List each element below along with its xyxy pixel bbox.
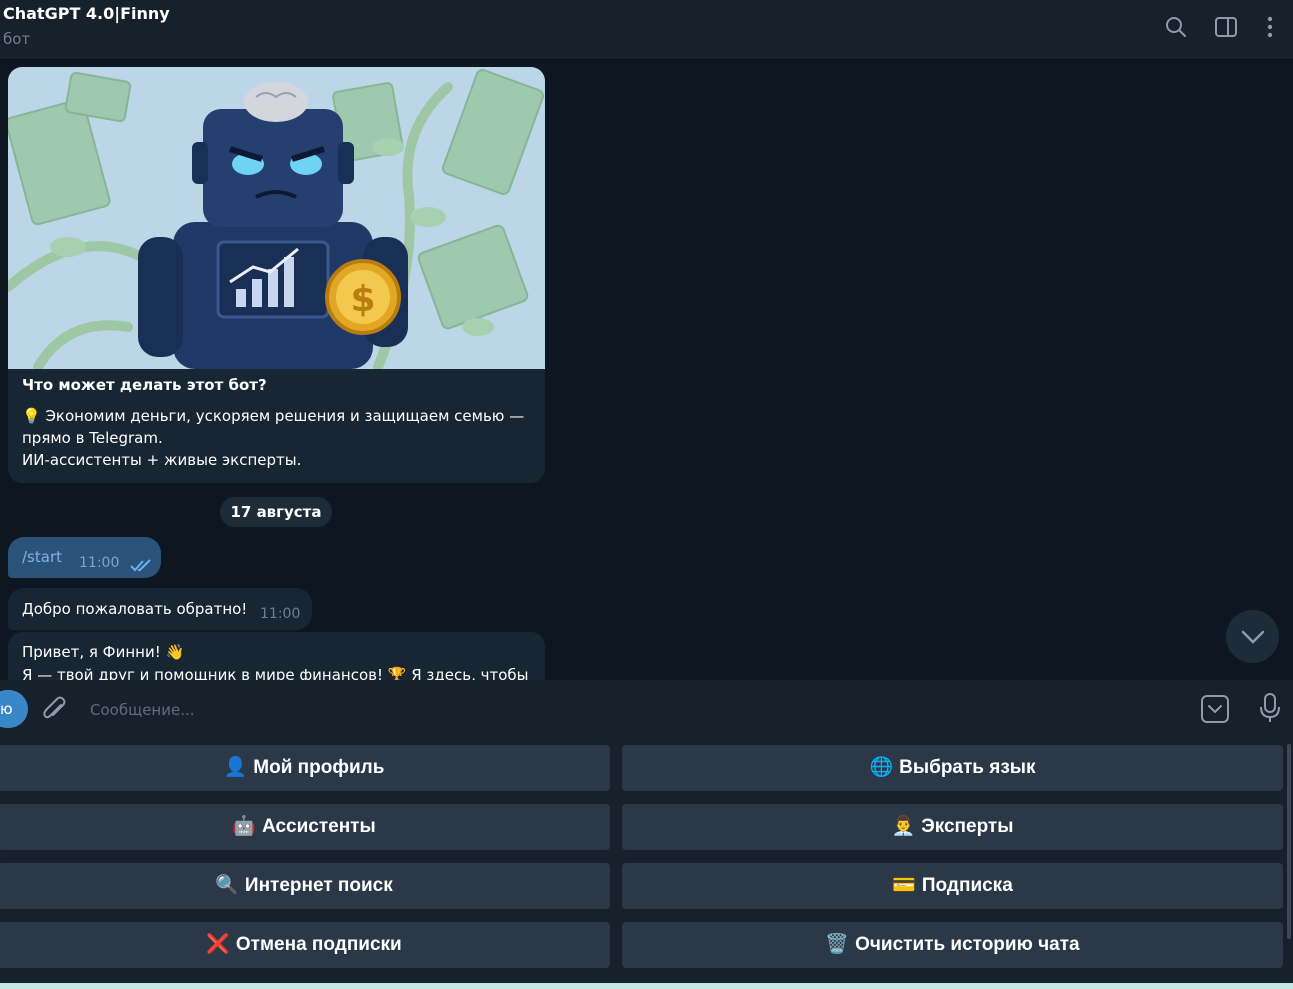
message-text[interactable]: /start: [22, 548, 62, 566]
incoming-message[interactable]: Привет, я Финни! 👋 Я — твой друг и помощ…: [8, 632, 545, 680]
message-text: Привет, я Финни! 👋: [22, 643, 185, 661]
svg-text:$: $: [350, 279, 375, 320]
chat-title[interactable]: ChatGPT 4.0|Finny: [3, 4, 170, 23]
bot-info-card: $ Что может делать этот бот? 💡 Экономим …: [8, 67, 545, 483]
search-icon[interactable]: [1164, 14, 1188, 40]
chat-subtitle: бот: [3, 30, 31, 48]
attach-icon[interactable]: [42, 696, 68, 724]
subscription-button[interactable]: 💳 Подписка: [622, 863, 1283, 909]
chat-header: ChatGPT 4.0|Finny бот: [0, 0, 1293, 60]
message-text: Я — твой друг и помощник в мире финансов…: [22, 666, 529, 680]
bot-info-title: Что может делать этот бот?: [22, 376, 267, 394]
double-check-icon: [130, 559, 151, 572]
internet-search-button[interactable]: 🔍 Интернет поиск: [0, 863, 610, 909]
sidebar-toggle-icon[interactable]: [1214, 14, 1238, 40]
scroll-to-bottom-button[interactable]: [1226, 610, 1279, 663]
my-profile-button[interactable]: 👤 Мой профиль: [0, 745, 610, 791]
keyboard-toggle-icon[interactable]: [1200, 694, 1230, 724]
assistants-button[interactable]: 🤖 Ассистенты: [0, 804, 610, 850]
bot-menu-button[interactable]: ю: [0, 690, 28, 728]
reply-keyboard: 👤 Мой профиль 🌐 Выбрать язык 🤖 Ассистенты 👨…: [0, 743, 1293, 989]
experts-button[interactable]: 👨‍💼 Эксперты: [622, 804, 1283, 850]
keyboard-scrollbar[interactable]: [1287, 744, 1291, 939]
choose-language-button[interactable]: 🌐 Выбрать язык: [622, 745, 1283, 791]
microphone-icon[interactable]: [1257, 692, 1283, 724]
incoming-message[interactable]: Добро пожаловать обратно! 11:00: [8, 588, 312, 630]
message-text: Добро пожаловать обратно!: [22, 600, 248, 618]
message-time: 11:00: [260, 606, 301, 622]
robot-with-coin-illustration: $: [8, 67, 545, 369]
chat-history[interactable]: $ Что может делать этот бот? 💡 Экономим …: [0, 60, 1293, 680]
cancel-subscription-button[interactable]: ❌ Отмена подписки: [0, 922, 610, 968]
more-vertical-icon[interactable]: [1258, 14, 1282, 40]
message-input[interactable]: [88, 696, 1182, 724]
bot-info-description: 💡 Экономим деньги, ускоряем решения и за…: [22, 407, 525, 469]
date-separator: 17 августа: [220, 497, 332, 527]
clear-chat-history-button[interactable]: 🗑️ Очистить историю чата: [622, 922, 1283, 968]
chevron-down-icon: [1241, 630, 1265, 644]
window-bottom-edge: [0, 983, 1293, 989]
message-time: 11:00: [79, 555, 120, 571]
message-composer: ю: [0, 680, 1293, 743]
outgoing-message[interactable]: /start 11:00: [8, 537, 161, 578]
